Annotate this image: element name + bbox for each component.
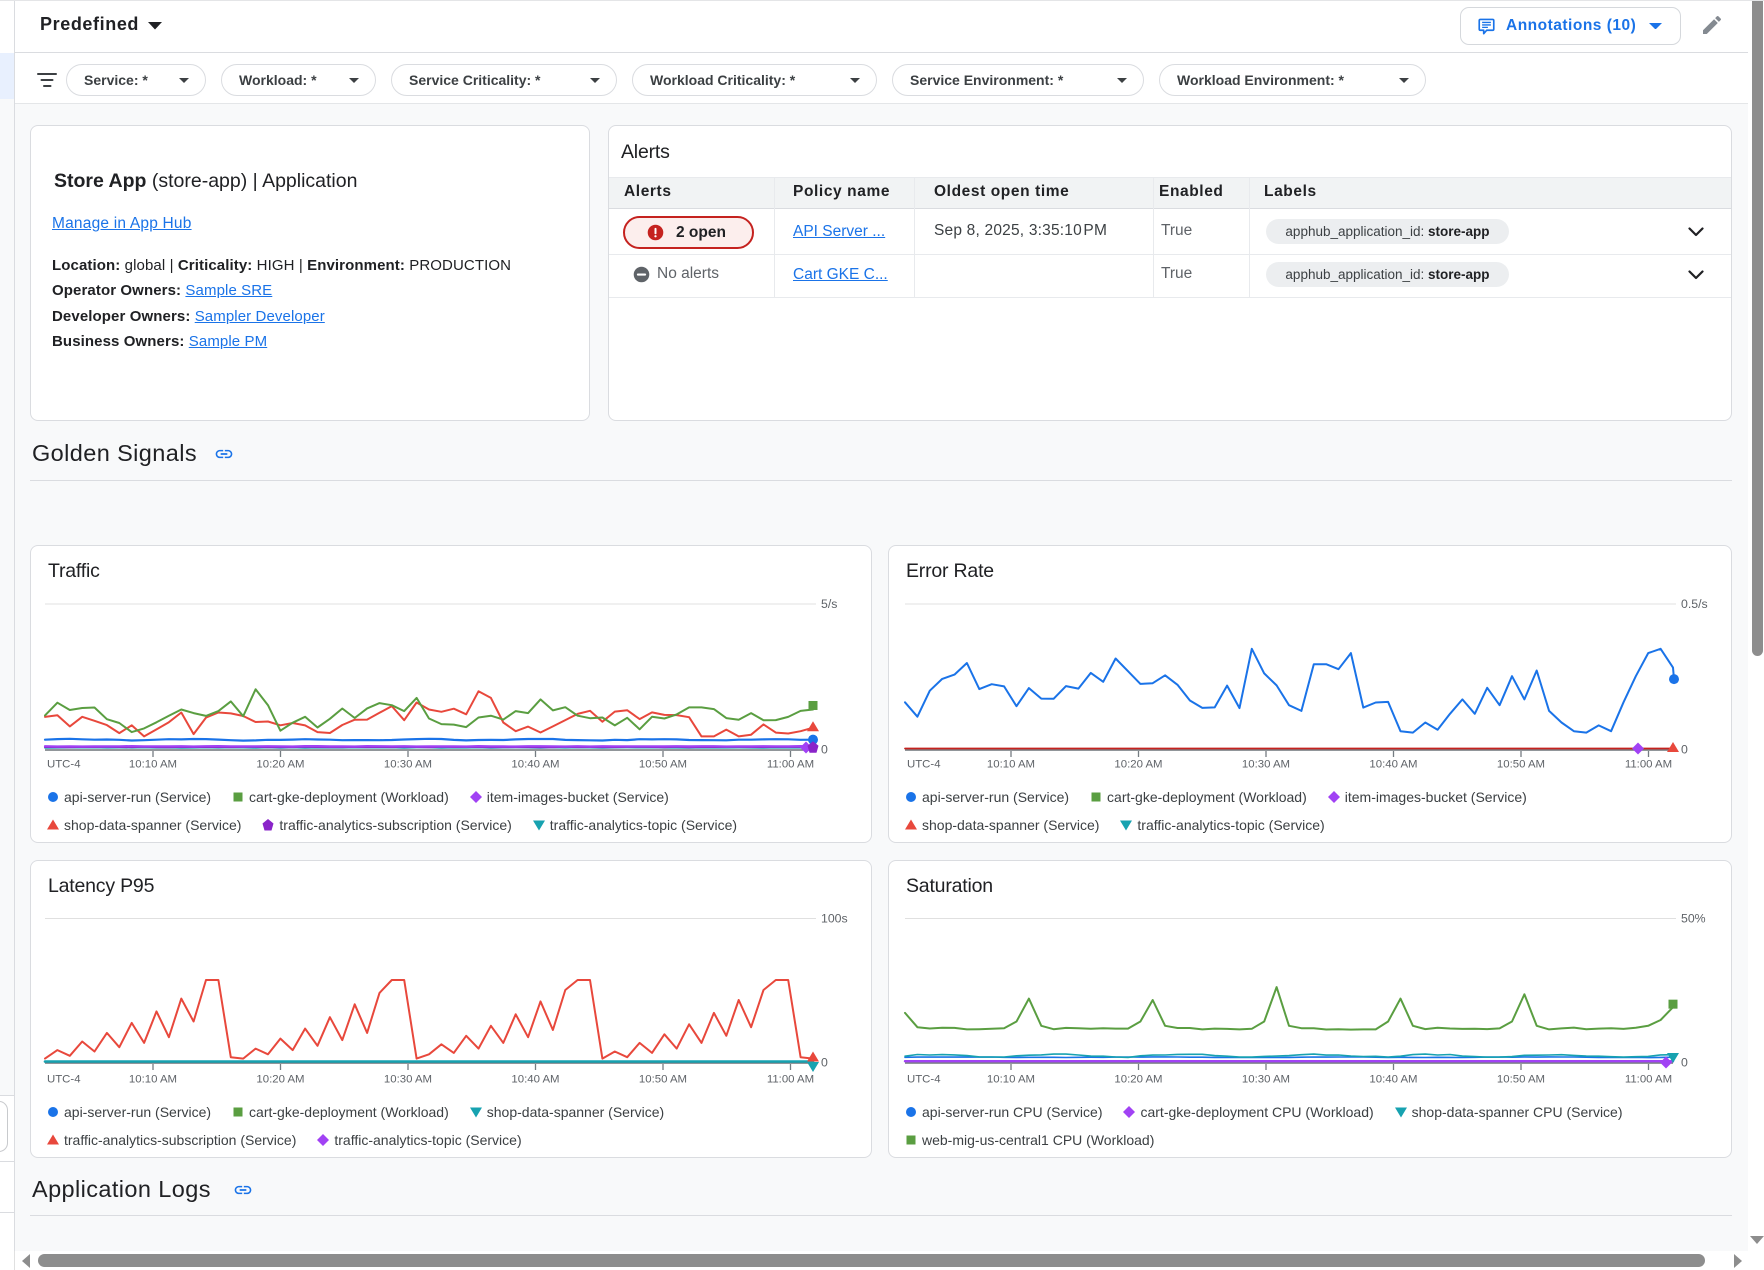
svg-text:10:40 AM: 10:40 AM	[1369, 759, 1417, 771]
svg-text:10:50 AM: 10:50 AM	[639, 759, 687, 771]
svg-text:UTC-4: UTC-4	[907, 1074, 941, 1086]
svg-text:10:40 AM: 10:40 AM	[1369, 1074, 1417, 1086]
svg-text:10:10 AM: 10:10 AM	[129, 1074, 177, 1086]
svg-text:10:20 AM: 10:20 AM	[1114, 1074, 1162, 1086]
svg-text:11:00 AM: 11:00 AM	[1625, 1074, 1672, 1086]
svg-text:10:10 AM: 10:10 AM	[987, 759, 1035, 771]
svg-text:10:50 AM: 10:50 AM	[639, 1074, 687, 1086]
svg-text:10:40 AM: 10:40 AM	[511, 1074, 559, 1086]
svg-text:10:50 AM: 10:50 AM	[1497, 1074, 1545, 1086]
svg-text:11:00 AM: 11:00 AM	[767, 1074, 814, 1086]
svg-text:50%: 50%	[1681, 912, 1706, 926]
svg-text:10:20 AM: 10:20 AM	[256, 1074, 304, 1086]
svg-text:100s: 100s	[821, 912, 848, 926]
svg-text:10:50 AM: 10:50 AM	[1497, 759, 1545, 771]
svg-text:10:30 AM: 10:30 AM	[384, 1074, 432, 1086]
svg-text:10:20 AM: 10:20 AM	[256, 759, 304, 771]
svg-text:UTC-4: UTC-4	[907, 759, 941, 771]
svg-text:10:10 AM: 10:10 AM	[129, 759, 177, 771]
svg-text:11:00 AM: 11:00 AM	[1625, 759, 1672, 771]
svg-text:10:30 AM: 10:30 AM	[1242, 1074, 1290, 1086]
svg-text:10:30 AM: 10:30 AM	[1242, 759, 1290, 771]
svg-text:0: 0	[821, 743, 828, 757]
svg-text:0: 0	[1681, 743, 1688, 757]
svg-text:10:40 AM: 10:40 AM	[511, 759, 559, 771]
svg-text:0: 0	[821, 1056, 828, 1070]
svg-text:UTC-4: UTC-4	[47, 1074, 81, 1086]
svg-text:10:10 AM: 10:10 AM	[987, 1074, 1035, 1086]
svg-text:11:00 AM: 11:00 AM	[767, 759, 814, 771]
svg-text:10:30 AM: 10:30 AM	[384, 759, 432, 771]
svg-text:10:20 AM: 10:20 AM	[1114, 759, 1162, 771]
svg-text:UTC-4: UTC-4	[47, 759, 81, 771]
svg-text:0.5/s: 0.5/s	[1681, 597, 1708, 611]
svg-text:0: 0	[1681, 1056, 1688, 1070]
svg-text:5/s: 5/s	[821, 597, 837, 611]
